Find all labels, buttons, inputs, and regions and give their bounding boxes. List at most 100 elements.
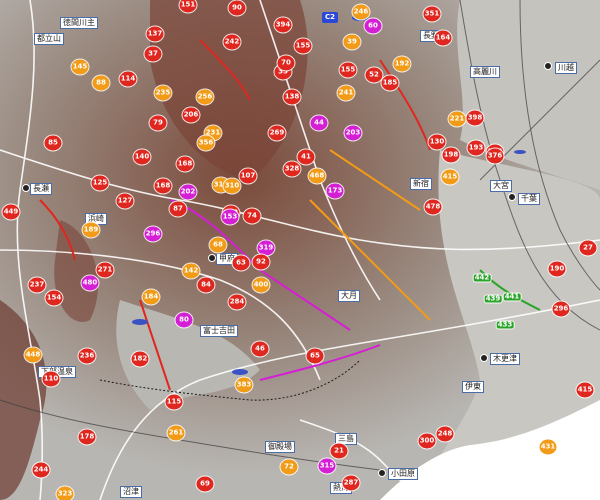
map-view[interactable]: C2 徳間川主 都立山 長野 高麗川 川越 大宮 千葉 木更津 長瀬 浜崎 甲府… bbox=[0, 0, 600, 500]
peak-marker[interactable]: 115 bbox=[165, 394, 183, 410]
peak-marker[interactable]: 398 bbox=[466, 110, 484, 126]
peak-marker[interactable]: 68 bbox=[209, 237, 227, 253]
peak-marker[interactable]: 168 bbox=[176, 156, 194, 172]
peak-marker[interactable]: 439 bbox=[484, 295, 502, 303]
peak-marker[interactable]: 178 bbox=[78, 429, 96, 445]
peak-marker[interactable]: 449 bbox=[2, 204, 20, 220]
peak-marker[interactable]: 88 bbox=[92, 75, 110, 91]
peak-marker[interactable]: 154 bbox=[45, 290, 63, 306]
peak-marker[interactable]: 65 bbox=[306, 348, 324, 364]
peak-marker[interactable]: 184 bbox=[142, 289, 160, 305]
peak-marker[interactable]: 69 bbox=[196, 476, 214, 492]
station-label[interactable]: 伊東 bbox=[462, 381, 484, 393]
peak-marker[interactable]: 182 bbox=[131, 351, 149, 367]
peak-marker[interactable]: 63 bbox=[232, 255, 250, 271]
peak-marker[interactable]: 433 bbox=[496, 321, 514, 329]
peak-marker[interactable]: 441 bbox=[503, 293, 521, 301]
peak-marker[interactable]: 140 bbox=[133, 149, 151, 165]
peak-marker[interactable]: 328 bbox=[283, 161, 301, 177]
peak-marker[interactable]: 164 bbox=[434, 30, 452, 46]
peak-marker[interactable]: 478 bbox=[424, 199, 442, 215]
peak-marker[interactable]: 198 bbox=[442, 147, 460, 163]
peak-marker[interactable]: 155 bbox=[294, 38, 312, 54]
peak-marker[interactable]: 114 bbox=[119, 71, 137, 87]
peak-marker[interactable]: 242 bbox=[223, 34, 241, 50]
peak-marker[interactable]: 125 bbox=[91, 175, 109, 191]
peak-marker[interactable]: 431 bbox=[539, 439, 557, 455]
peak-marker[interactable]: 80 bbox=[175, 312, 193, 328]
peak-marker[interactable]: 356 bbox=[197, 135, 215, 151]
peak-marker[interactable]: 256 bbox=[196, 89, 214, 105]
station-label[interactable]: 都立山 bbox=[34, 33, 64, 45]
peak-marker[interactable]: 383 bbox=[235, 377, 253, 393]
peak-marker[interactable]: 300 bbox=[418, 433, 436, 449]
station-label[interactable]: 新宿 bbox=[410, 178, 432, 190]
peak-marker[interactable]: 110 bbox=[42, 371, 60, 387]
peak-marker[interactable]: 206 bbox=[182, 107, 200, 123]
peak-marker[interactable]: 127 bbox=[116, 193, 134, 209]
peak-marker[interactable]: 271 bbox=[96, 262, 114, 278]
peak-marker[interactable]: 237 bbox=[28, 277, 46, 293]
peak-marker[interactable]: 70 bbox=[277, 55, 295, 71]
peak-marker[interactable]: 236 bbox=[78, 348, 96, 364]
station-label[interactable]: 御殿場 bbox=[265, 441, 295, 453]
peak-marker[interactable]: 246 bbox=[352, 4, 370, 20]
peak-marker[interactable]: 376 bbox=[486, 148, 504, 164]
station-label[interactable]: 高麗川 bbox=[470, 66, 500, 78]
peak-marker[interactable]: 173 bbox=[326, 183, 344, 199]
peak-marker[interactable]: 284 bbox=[228, 294, 246, 310]
station-label[interactable]: 千葉 bbox=[518, 193, 540, 205]
peak-marker[interactable]: 74 bbox=[243, 208, 261, 224]
peak-marker[interactable]: 107 bbox=[239, 168, 257, 184]
peak-marker[interactable]: 41 bbox=[297, 149, 315, 165]
peak-marker[interactable]: 248 bbox=[436, 426, 454, 442]
peak-marker[interactable]: 202 bbox=[179, 184, 197, 200]
peak-marker[interactable]: 221 bbox=[448, 111, 466, 127]
peak-marker[interactable]: 448 bbox=[24, 347, 42, 363]
station-label[interactable]: 大宮 bbox=[490, 180, 512, 192]
peak-marker[interactable]: 39 bbox=[343, 34, 361, 50]
peak-marker[interactable]: 21 bbox=[330, 443, 348, 459]
peak-marker[interactable]: 145 bbox=[71, 59, 89, 75]
peak-marker[interactable]: 90 bbox=[228, 0, 246, 16]
peak-marker[interactable]: 52 bbox=[365, 67, 383, 83]
peak-marker[interactable]: 415 bbox=[576, 382, 594, 398]
station-label[interactable]: 沼津 bbox=[120, 486, 142, 498]
peak-marker[interactable]: 27 bbox=[579, 240, 597, 256]
peak-marker[interactable]: 468 bbox=[308, 168, 326, 184]
peak-marker[interactable]: 153 bbox=[221, 209, 239, 225]
peak-marker[interactable]: 415 bbox=[441, 169, 459, 185]
peak-marker[interactable]: 241 bbox=[337, 85, 355, 101]
peak-marker[interactable]: 296 bbox=[144, 226, 162, 242]
peak-marker[interactable]: 193 bbox=[467, 140, 485, 156]
station-label[interactable]: 大月 bbox=[338, 290, 360, 302]
peak-marker[interactable]: 310 bbox=[223, 178, 241, 194]
peak-marker[interactable]: 244 bbox=[32, 462, 50, 478]
peak-marker[interactable]: 287 bbox=[342, 475, 360, 491]
peak-marker[interactable]: 137 bbox=[146, 26, 164, 42]
peak-marker[interactable]: 192 bbox=[393, 56, 411, 72]
peak-marker[interactable]: 189 bbox=[82, 222, 100, 238]
peak-marker[interactable]: 87 bbox=[169, 201, 187, 217]
peak-marker[interactable]: 37 bbox=[144, 46, 162, 62]
peak-marker[interactable]: 480 bbox=[81, 275, 99, 291]
peak-marker[interactable]: 44 bbox=[310, 115, 328, 131]
peak-marker[interactable]: 185 bbox=[381, 75, 399, 91]
peak-marker[interactable]: 323 bbox=[56, 486, 74, 500]
peak-marker[interactable]: 138 bbox=[283, 89, 301, 105]
peak-marker[interactable]: 60 bbox=[364, 18, 382, 34]
peak-marker[interactable]: 142 bbox=[182, 263, 200, 279]
station-label[interactable]: 小田原 bbox=[388, 468, 418, 480]
peak-marker[interactable]: 319 bbox=[257, 240, 275, 256]
peak-marker[interactable]: 203 bbox=[344, 125, 362, 141]
peak-marker[interactable]: 442 bbox=[473, 274, 491, 282]
peak-marker[interactable]: 261 bbox=[167, 425, 185, 441]
peak-marker[interactable]: 190 bbox=[548, 261, 566, 277]
peak-marker[interactable]: 269 bbox=[268, 125, 286, 141]
peak-marker[interactable]: 296 bbox=[552, 301, 570, 317]
station-label[interactable]: 木更津 bbox=[490, 353, 520, 365]
peak-marker[interactable]: 130 bbox=[428, 134, 446, 150]
station-label[interactable]: 川越 bbox=[555, 62, 577, 74]
peak-marker[interactable]: 315 bbox=[318, 458, 336, 474]
peak-marker[interactable]: 394 bbox=[274, 17, 292, 33]
